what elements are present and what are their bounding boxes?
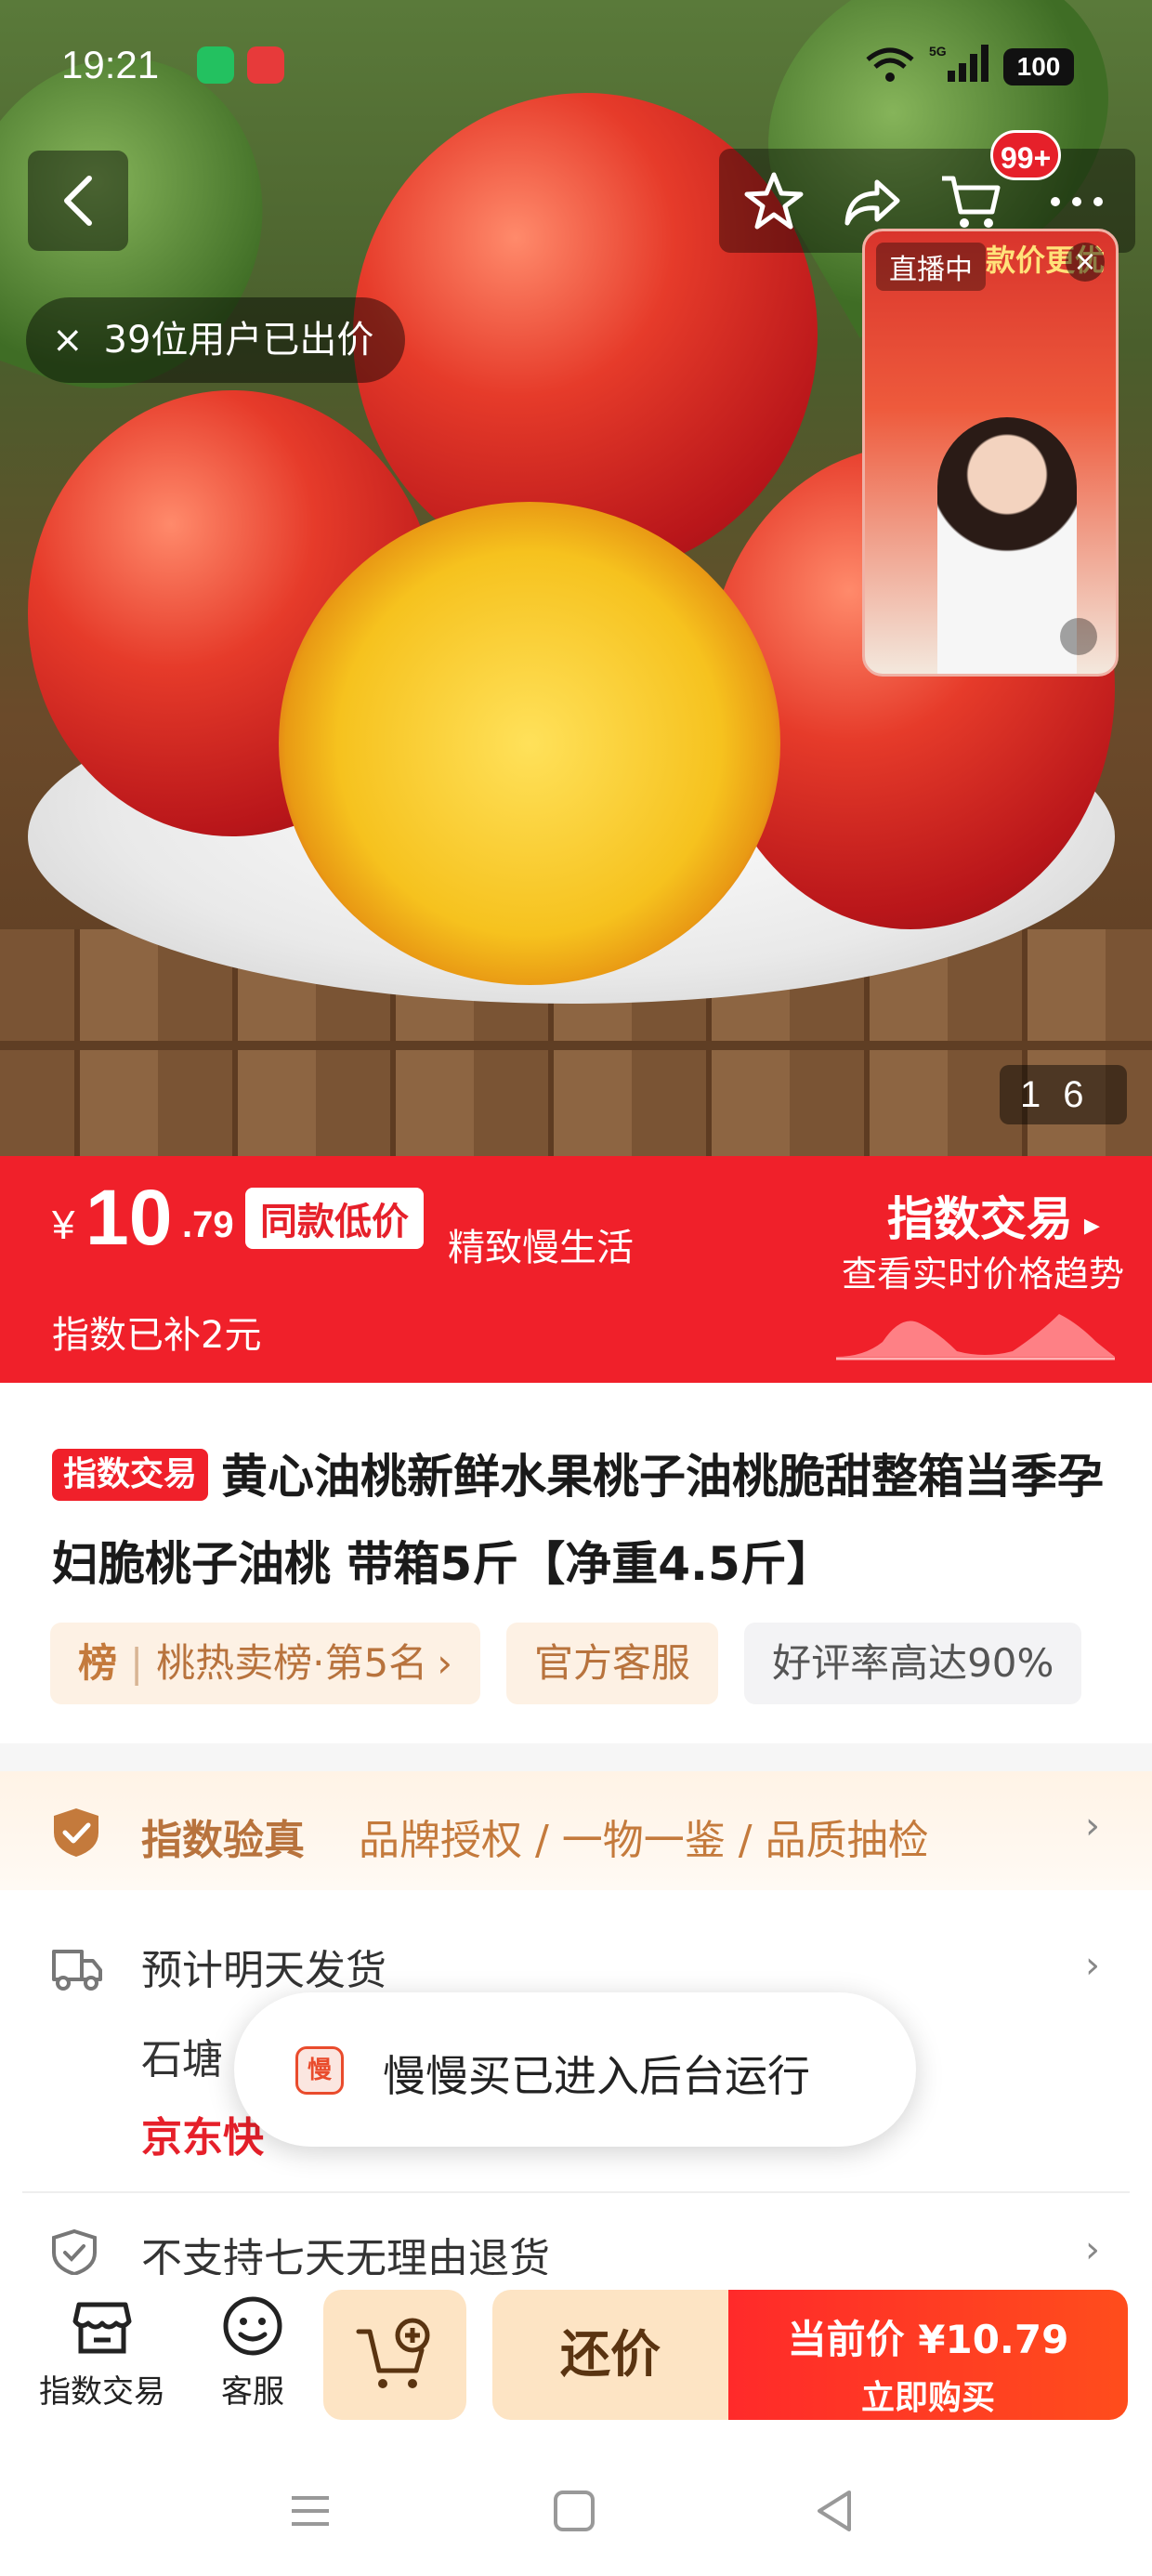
price-banner: ¥ 10 .79 同款低价 精致慢生活 指数已补2元 指数交易 ▸ 查看实时价格趋… xyxy=(0,1156,1152,1383)
bamboo-mat xyxy=(0,1050,1152,1156)
app-618-icon xyxy=(247,46,284,84)
signal-icon: 5G xyxy=(929,44,988,82)
product-title-text: 黄心油桃新鲜水果桃子油桃脆甜整箱当季孕妇脆桃子油桃 带箱5斤【净重4.5斤】 xyxy=(52,1450,1105,1591)
chevron-right-icon: › xyxy=(437,1640,453,1686)
peach-cut xyxy=(279,502,780,985)
svg-text:5G: 5G xyxy=(929,44,947,59)
menu-icon[interactable] xyxy=(284,2485,336,2537)
buy-now-label: 立即购买 xyxy=(860,2379,995,2417)
wifi-icon xyxy=(866,47,914,82)
bottom-action-bar: 指数交易 客服 还价 当前价 ¥10.79 立即购买 xyxy=(0,2275,1152,2446)
price-integer: 10 xyxy=(85,1174,173,1261)
more-icon[interactable] xyxy=(1044,169,1109,234)
product-image[interactable]: 19:21 5G 100 99+ × 39位用户已出价 直播中 款价更优 × 1… xyxy=(0,0,1152,1156)
live-host-image xyxy=(937,417,1077,674)
shipping-origin: 石塘 xyxy=(141,2036,223,2083)
battery-icon: 100 xyxy=(1003,48,1074,85)
cart-add-icon xyxy=(356,2318,430,2388)
live-tag: 直播中 xyxy=(876,243,986,291)
rank-mark: 榜 xyxy=(78,1640,118,1686)
divider xyxy=(22,2191,1130,2193)
rank-text: 桃热卖榜·第5名 xyxy=(156,1640,428,1686)
index-trade-tab-label: 指数交易 xyxy=(39,2373,165,2411)
favorite-star-icon[interactable] xyxy=(741,169,806,234)
same-low-price-tag: 同款低价 xyxy=(245,1188,424,1249)
pager-total: 6 xyxy=(1063,1074,1106,1115)
status-bar: 19:21 5G 100 xyxy=(0,0,1152,139)
verify-title: 指数验真 xyxy=(141,1817,305,1864)
bid-notice-pill[interactable]: × 39位用户已出价 xyxy=(26,297,406,383)
counter-offer-button[interactable]: 还价 xyxy=(492,2290,728,2420)
status-time: 19:21 xyxy=(61,43,160,86)
section-divider xyxy=(0,1743,1152,1771)
toast-text: 慢慢买已进入后台运行 xyxy=(383,2051,810,2101)
rank-chip[interactable]: 榜 | 桃热卖榜·第5名 › xyxy=(50,1623,481,1704)
image-pager: 16 xyxy=(1000,1065,1127,1124)
verify-row[interactable]: 指数验真 品牌授权 / 一物一鉴 / 品质抽检 › xyxy=(0,1771,1152,1890)
live-close-button[interactable]: × xyxy=(1066,243,1105,282)
shield-check-icon xyxy=(54,1808,98,1857)
back-button[interactable] xyxy=(28,151,128,251)
trend-wave-icon xyxy=(836,1314,1115,1360)
chevron-left-icon xyxy=(64,176,92,226)
truck-icon xyxy=(52,1950,102,1991)
return-policy-icon xyxy=(52,2228,97,2277)
index-trade-tab[interactable]: 指数交易 xyxy=(28,2293,177,2412)
shop-name[interactable]: 精致慢生活 xyxy=(448,1217,634,1271)
customer-service-tab[interactable]: 客服 xyxy=(178,2293,327,2412)
shipping-carrier: 京东快 xyxy=(141,2114,264,2162)
manmanmai-app-icon: 慢 xyxy=(295,2046,344,2095)
pager-current: 1 xyxy=(1020,1074,1064,1115)
back-icon[interactable] xyxy=(808,2485,860,2537)
currency-symbol: ¥ xyxy=(52,1203,75,1248)
product-title: 指数交易 黄心油桃新鲜水果桃子油桃脆甜整箱当季孕妇脆桃子油桃 带箱5斤【净重4.5… xyxy=(52,1433,1120,1608)
background-run-toast: 慢 慢慢买已进入后台运行 xyxy=(234,1992,916,2147)
close-icon[interactable]: × xyxy=(52,297,84,383)
product-chips: 榜 | 桃热卖榜·第5名 › 官方客服 好评率高达90% xyxy=(50,1623,1082,1704)
wechat-icon xyxy=(197,46,234,84)
chevron-right-icon: ▸ xyxy=(1083,1206,1100,1243)
divider: | xyxy=(130,1640,144,1686)
chevron-right-icon: › xyxy=(1085,1805,1100,1847)
live-stream-window[interactable]: 直播中 款价更优 × xyxy=(862,229,1119,677)
chevron-right-icon: › xyxy=(1085,2228,1100,2271)
verify-desc: 品牌授权 / 一物一鉴 / 品质抽检 xyxy=(359,1817,929,1864)
share-icon[interactable] xyxy=(840,169,905,234)
official-service-chip[interactable]: 官方客服 xyxy=(506,1623,719,1704)
customer-service-label: 客服 xyxy=(221,2373,284,2411)
bid-notice-text: 39位用户已出价 xyxy=(103,319,374,361)
index-trade-label: 指数交易 xyxy=(886,1192,1073,1246)
subsidy-text: 指数已补2元 xyxy=(52,1314,262,1357)
buy-current-price: 当前价 ¥10.79 xyxy=(787,2317,1069,2362)
store-icon xyxy=(72,2302,132,2354)
cart-icon[interactable] xyxy=(938,169,1003,234)
sound-icon[interactable] xyxy=(1060,618,1097,655)
rating-chip[interactable]: 好评率高达90% xyxy=(744,1623,1082,1704)
index-trade-link[interactable]: 指数交易 ▸ xyxy=(887,1182,1100,1249)
customer-service-icon xyxy=(223,2296,282,2356)
buy-now-button[interactable]: 当前价 ¥10.79 立即购买 xyxy=(728,2290,1128,2420)
price-decimal: .79 xyxy=(182,1204,234,1245)
shipping-estimate[interactable]: 预计明天发货 xyxy=(141,1937,386,1996)
chevron-right-icon: › xyxy=(1085,1944,1100,1987)
add-to-cart-button[interactable] xyxy=(323,2290,466,2420)
price-trend-link[interactable]: 查看实时价格趋势 xyxy=(842,1245,1124,1296)
index-trade-tag: 指数交易 xyxy=(52,1449,209,1501)
system-nav-bar xyxy=(0,2446,1152,2576)
home-icon[interactable] xyxy=(548,2485,600,2537)
cart-count-badge: 99+ xyxy=(990,130,1062,180)
